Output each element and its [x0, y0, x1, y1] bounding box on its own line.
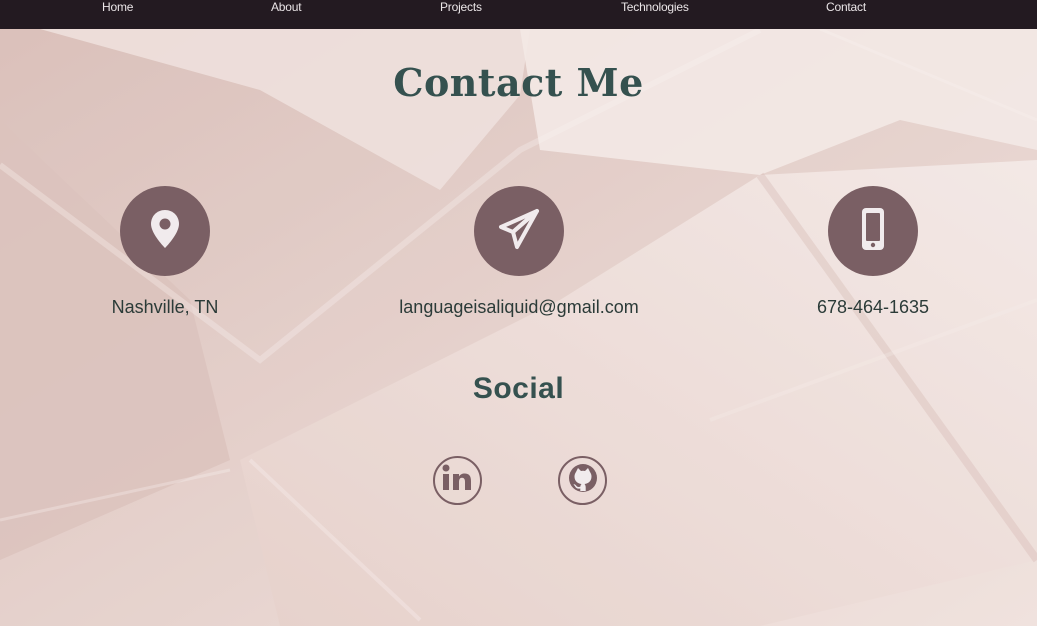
contact-location: Nashville, TN — [45, 186, 285, 318]
phone-circle[interactable] — [828, 186, 918, 276]
nav-link-home[interactable]: Home — [102, 0, 133, 15]
nav-link-technologies[interactable]: Technologies — [621, 0, 689, 15]
phone-text[interactable]: 678-464-1635 — [753, 297, 993, 318]
github-link[interactable] — [558, 456, 607, 505]
email-circle[interactable] — [474, 186, 564, 276]
location-text: Nashville, TN — [111, 297, 219, 317]
map-pin-icon — [148, 208, 182, 255]
social-heading: Social — [472, 372, 565, 405]
nav-link-about[interactable]: About — [271, 0, 302, 15]
location-circle — [120, 186, 210, 276]
paper-plane-icon — [495, 205, 543, 258]
nav-link-projects[interactable]: Projects — [440, 0, 482, 15]
mobile-phone-icon — [858, 206, 888, 257]
contact-email: languageisaliquid@gmail.com — [399, 186, 639, 318]
linkedin-link[interactable] — [433, 456, 482, 505]
linkedin-icon — [442, 464, 473, 497]
email-text[interactable]: languageisaliquid@gmail.com — [399, 297, 639, 318]
page-title: Contact Me — [393, 60, 644, 105]
top-navigation: Home About Projects Technologies Contact — [0, 0, 1037, 29]
nav-link-contact[interactable]: Contact — [826, 0, 866, 15]
github-icon — [567, 462, 599, 499]
contact-phone: 678-464-1635 — [753, 186, 993, 318]
